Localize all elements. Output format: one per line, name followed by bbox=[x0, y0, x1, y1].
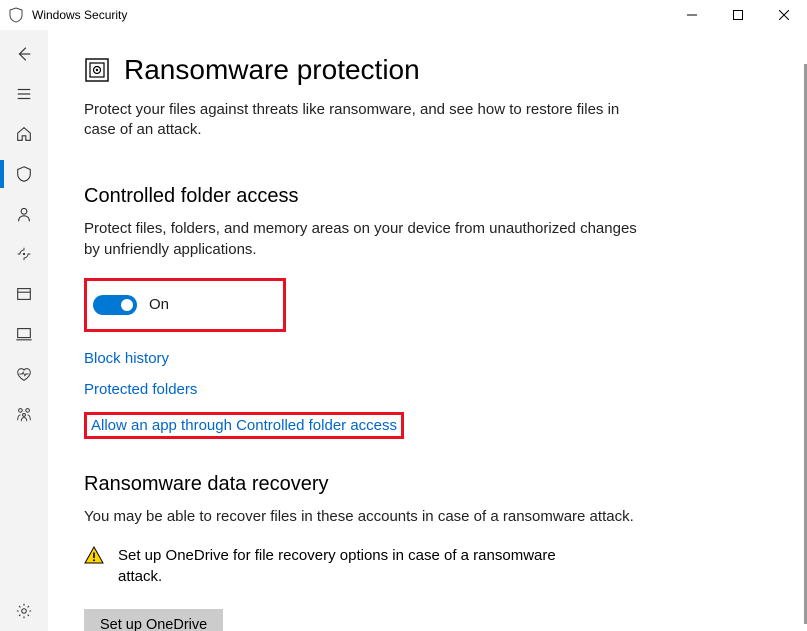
nav-app-browser[interactable] bbox=[0, 274, 48, 314]
close-button[interactable] bbox=[761, 0, 807, 30]
nav-settings[interactable] bbox=[0, 591, 48, 631]
link-protected-folders[interactable]: Protected folders bbox=[84, 381, 197, 398]
page-title: Ransomware protection bbox=[124, 54, 420, 86]
cfa-toggle-label: On bbox=[149, 296, 169, 313]
window-controls bbox=[669, 0, 807, 30]
recovery-warning: Set up OneDrive for file recovery option… bbox=[118, 545, 598, 587]
link-allow-app[interactable]: Allow an app through Controlled folder a… bbox=[91, 417, 397, 434]
setup-onedrive-button[interactable]: Set up OneDrive bbox=[84, 609, 223, 631]
page-subtitle: Protect your files against threats like … bbox=[84, 100, 644, 141]
app-icon bbox=[8, 7, 24, 23]
nav-menu[interactable] bbox=[0, 74, 48, 114]
nav-firewall[interactable] bbox=[0, 234, 48, 274]
cfa-toggle[interactable] bbox=[93, 295, 137, 315]
nav-account-protection[interactable] bbox=[0, 194, 48, 234]
nav-family-options[interactable] bbox=[0, 394, 48, 434]
titlebar: Windows Security bbox=[0, 0, 807, 30]
cfa-toggle-highlight: On bbox=[84, 278, 286, 332]
minimize-button[interactable] bbox=[669, 0, 715, 30]
link-block-history[interactable]: Block history bbox=[84, 350, 169, 367]
ransomware-icon bbox=[84, 57, 110, 83]
nav-back[interactable] bbox=[0, 34, 48, 74]
link-allow-app-highlight: Allow an app through Controlled folder a… bbox=[84, 412, 404, 439]
content-area: Ransomware protection Protect your files… bbox=[48, 30, 807, 631]
warning-icon bbox=[84, 545, 104, 568]
cfa-title: Controlled folder access bbox=[84, 185, 767, 208]
sidebar bbox=[0, 30, 48, 631]
maximize-button[interactable] bbox=[715, 0, 761, 30]
nav-virus-protection[interactable] bbox=[0, 154, 48, 194]
recovery-title: Ransomware data recovery bbox=[84, 473, 767, 496]
nav-device-performance[interactable] bbox=[0, 354, 48, 394]
nav-home[interactable] bbox=[0, 114, 48, 154]
nav-device-security[interactable] bbox=[0, 314, 48, 354]
cfa-desc: Protect files, folders, and memory areas… bbox=[84, 218, 644, 260]
window-title: Windows Security bbox=[32, 8, 127, 22]
recovery-desc: You may be able to recover files in thes… bbox=[84, 506, 644, 527]
